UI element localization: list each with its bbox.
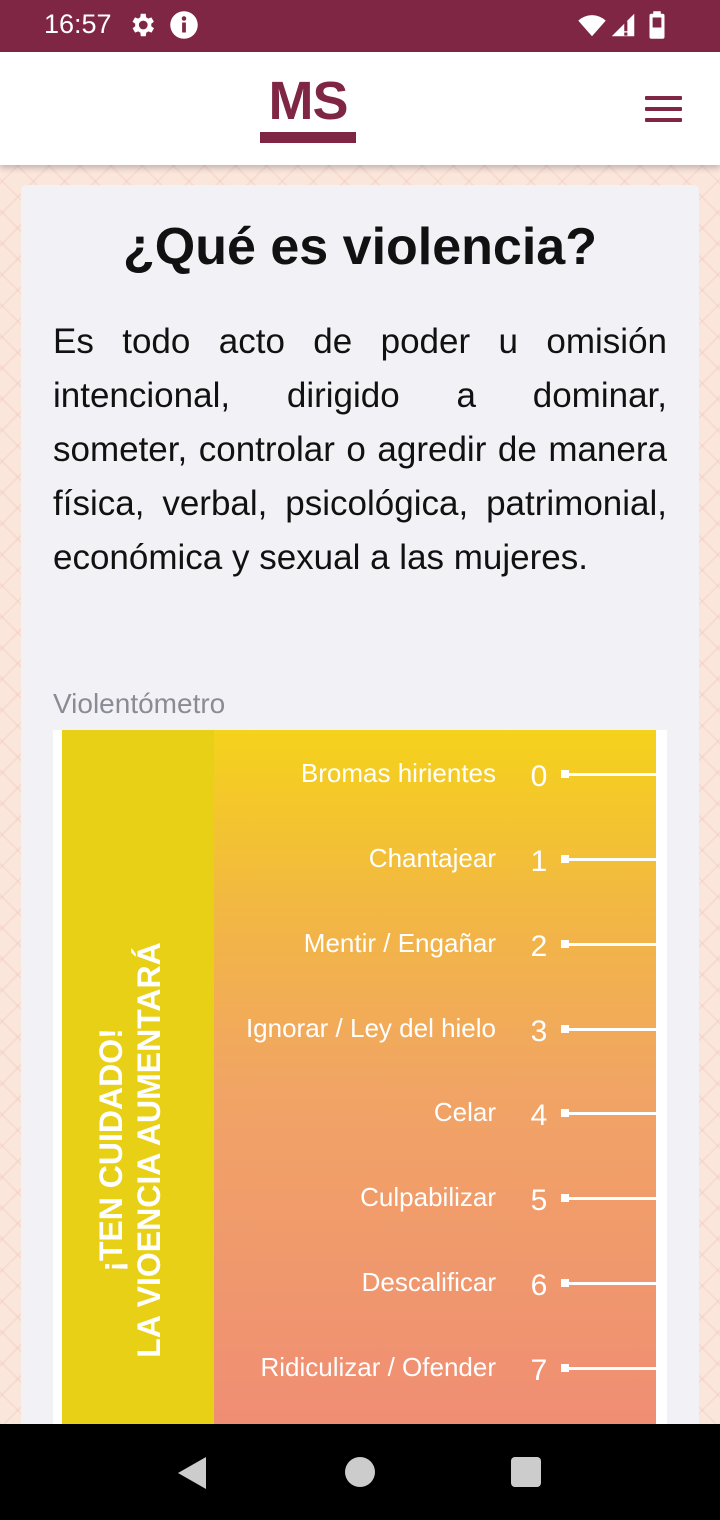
status-time: 16:57 (44, 9, 112, 39)
status-bar: 16:57 (0, 0, 720, 52)
level-number: 0 (530, 760, 548, 793)
warning-column: ¡TEN CUIDADO! LA VIOENCIA AUMENTARÁ (62, 730, 214, 1445)
level-line (563, 858, 656, 861)
level-line (563, 1197, 656, 1200)
level-label: Ridiculizar / Ofender (260, 1352, 496, 1382)
level-line (563, 943, 656, 946)
level-line (563, 1282, 656, 1285)
battery-icon (649, 11, 665, 39)
warning-text: ¡TEN CUIDADO! LA VIOENCIA AUMENTARÁ (92, 890, 202, 1410)
app-bar: MS (0, 52, 720, 165)
level-label: Culpabilizar (360, 1182, 496, 1212)
level-number: 3 (530, 1015, 548, 1048)
violentometro-label: Violentómetro (53, 688, 226, 719)
level-label: Bromas hirientes (300, 758, 496, 788)
level-line (563, 1112, 656, 1115)
level-line (563, 773, 656, 776)
recents-icon[interactable] (511, 1457, 541, 1487)
level-number: 7 (530, 1354, 548, 1387)
level-label: Descalificar (361, 1267, 496, 1297)
level-number: 1 (530, 845, 548, 878)
level-label: Chantajear (368, 843, 496, 873)
signal-icon (611, 13, 635, 37)
level-line (563, 1367, 656, 1370)
level-number: 2 (530, 930, 548, 963)
levels-column (214, 730, 656, 1445)
logo-underline (260, 132, 356, 143)
hamburger-menu-icon[interactable] (638, 92, 690, 128)
level-label: Celar (433, 1097, 496, 1127)
page-title: ¿Qué es violencia? (123, 218, 597, 276)
navigation-bar (0, 1424, 720, 1520)
violentometro-image: ¡TEN CUIDADO! LA VIOENCIA AUMENTARÁ Brom… (53, 730, 667, 1445)
wifi-icon (578, 15, 606, 37)
content-card: ¿Qué es violencia? Es todo acto de poder… (21, 185, 699, 1445)
level-number: 6 (530, 1269, 548, 1302)
level-number: 4 (530, 1099, 548, 1132)
level-label: Ignorar / Ley del hielo (245, 1013, 496, 1043)
level-number: 5 (530, 1184, 548, 1217)
gear-icon (132, 13, 154, 37)
logo-text: MS (268, 71, 349, 131)
violence-description: Es todo acto de poder u omisión intencio… (53, 322, 667, 577)
home-icon[interactable] (345, 1457, 375, 1487)
warning-line-1: ¡TEN CUIDADO! (93, 1028, 129, 1272)
level-label: Mentir / Engañar (303, 928, 496, 958)
back-icon[interactable] (178, 1457, 206, 1489)
warning-line-2: LA VIOENCIA AUMENTARÁ (131, 942, 167, 1358)
app-logo[interactable]: MS (258, 74, 358, 146)
info-icon (170, 11, 198, 39)
level-line (563, 1028, 656, 1031)
